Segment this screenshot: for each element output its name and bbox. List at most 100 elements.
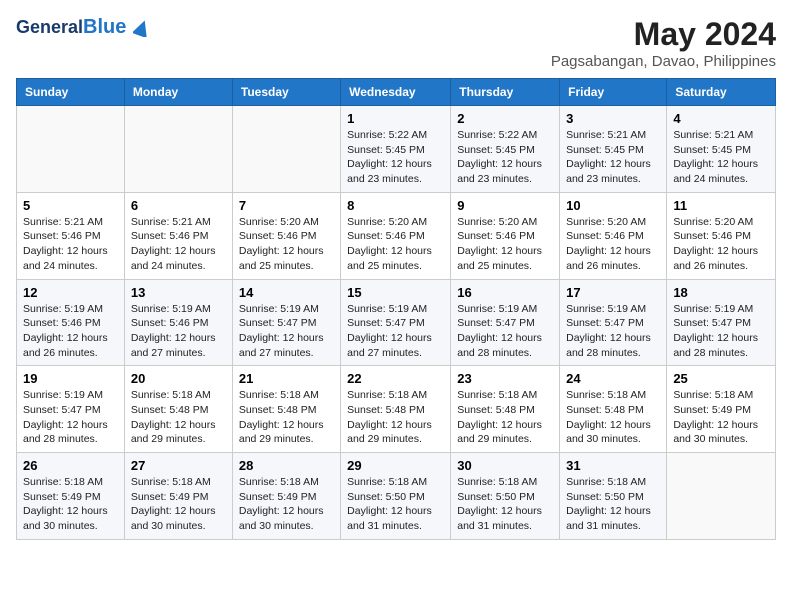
day-info: Sunrise: 5:20 AM Sunset: 5:46 PM Dayligh…: [457, 215, 553, 274]
day-info: Sunrise: 5:21 AM Sunset: 5:45 PM Dayligh…: [566, 128, 660, 187]
day-number: 2: [457, 111, 553, 126]
day-info: Sunrise: 5:18 AM Sunset: 5:50 PM Dayligh…: [457, 475, 553, 534]
day-info: Sunrise: 5:18 AM Sunset: 5:48 PM Dayligh…: [457, 388, 553, 447]
day-info: Sunrise: 5:19 AM Sunset: 5:46 PM Dayligh…: [131, 302, 226, 361]
calendar-cell-w3d0: 19Sunrise: 5:19 AM Sunset: 5:47 PM Dayli…: [17, 366, 125, 453]
day-number: 11: [673, 198, 769, 213]
calendar-cell-w0d3: 1 Sunrise: 5:22 AM Sunset: 5:45 PM Daylig…: [341, 106, 451, 193]
day-info: Sunrise: 5:18 AM Sunset: 5:48 PM Dayligh…: [131, 388, 226, 447]
weekday-header-friday: Friday: [560, 79, 667, 106]
calendar-cell-w2d1: 13 Sunrise: 5:19 AM Sunset: 5:46 PM Dayli…: [124, 279, 232, 366]
day-info: Sunrise: 5:18 AM Sunset: 5:48 PM Dayligh…: [566, 388, 660, 447]
calendar-cell-w0d1: [124, 106, 232, 193]
day-info: Sunrise: 5:22 AM Sunset: 5:45 PM Dayligh…: [347, 128, 444, 187]
logo-arrow-icon: [133, 19, 151, 37]
calendar-cell-w2d6: 18 Sunrise: 5:19 AM Sunset: 5:47 PM Dayli…: [667, 279, 776, 366]
weekday-header-monday: Monday: [124, 79, 232, 106]
day-number: 5: [23, 198, 118, 213]
day-info: Sunrise: 5:21 AM Sunset: 5:46 PM Dayligh…: [23, 215, 118, 274]
calendar-cell-w1d3: 8 Sunrise: 5:20 AM Sunset: 5:46 PM Daylig…: [341, 192, 451, 279]
calendar-cell-w4d4: 30 Sunrise: 5:18 AM Sunset: 5:50 PM Dayli…: [451, 453, 560, 540]
day-number: 26: [23, 458, 118, 473]
day-number: 3: [566, 111, 660, 126]
day-info: Sunrise: 5:19 AM Sunset: 5:47 PM Dayligh…: [457, 302, 553, 361]
day-info: Sunrise: 5:20 AM Sunset: 5:46 PM Dayligh…: [347, 215, 444, 274]
day-info: Sunrise: 5:20 AM Sunset: 5:46 PM Dayligh…: [566, 215, 660, 274]
calendar-cell-w4d2: 28 Sunrise: 5:18 AM Sunset: 5:49 PM Dayli…: [232, 453, 340, 540]
day-number: 19: [23, 371, 118, 386]
calendar-cell-w3d5: 24 Sunrise: 5:18 AM Sunset: 5:48 PM Dayli…: [560, 366, 667, 453]
day-number: 30: [457, 458, 553, 473]
day-info: Sunrise: 5:19 AM Sunset: 5:47 PM Dayligh…: [566, 302, 660, 361]
calendar-cell-w2d2: 14Sunrise: 5:19 AM Sunset: 5:47 PM Dayli…: [232, 279, 340, 366]
day-number: 7: [239, 198, 334, 213]
calendar-cell-w2d5: 17 Sunrise: 5:19 AM Sunset: 5:47 PM Dayli…: [560, 279, 667, 366]
day-info: Sunrise: 5:19 AM Sunset: 5:47 PM Dayligh…: [673, 302, 769, 361]
calendar-cell-w0d2: [232, 106, 340, 193]
day-number: 18: [673, 285, 769, 300]
day-info: Sunrise: 5:18 AM Sunset: 5:48 PM Dayligh…: [239, 388, 334, 447]
calendar-cell-w2d3: 15Sunrise: 5:19 AM Sunset: 5:47 PM Dayli…: [341, 279, 451, 366]
day-info: Sunrise: 5:19 AM Sunset: 5:47 PM Dayligh…: [239, 302, 334, 361]
calendar-cell-w0d4: 2 Sunrise: 5:22 AM Sunset: 5:45 PM Daylig…: [451, 106, 560, 193]
calendar-cell-w3d3: 22 Sunrise: 5:18 AM Sunset: 5:48 PM Dayli…: [341, 366, 451, 453]
day-info: Sunrise: 5:18 AM Sunset: 5:49 PM Dayligh…: [239, 475, 334, 534]
day-number: 25: [673, 371, 769, 386]
day-number: 24: [566, 371, 660, 386]
day-info: Sunrise: 5:18 AM Sunset: 5:49 PM Dayligh…: [673, 388, 769, 447]
day-number: 6: [131, 198, 226, 213]
weekday-header-saturday: Saturday: [667, 79, 776, 106]
logo-blue-text: Blue: [83, 16, 126, 38]
calendar-cell-w3d1: 20 Sunrise: 5:18 AM Sunset: 5:48 PM Dayli…: [124, 366, 232, 453]
calendar-cell-w3d4: 23Sunrise: 5:18 AM Sunset: 5:48 PM Dayli…: [451, 366, 560, 453]
calendar-cell-w2d0: 12 Sunrise: 5:19 AM Sunset: 5:46 PM Dayli…: [17, 279, 125, 366]
day-info: Sunrise: 5:18 AM Sunset: 5:50 PM Dayligh…: [347, 475, 444, 534]
day-info: Sunrise: 5:20 AM Sunset: 5:46 PM Dayligh…: [673, 215, 769, 274]
calendar-cell-w1d2: 7 Sunrise: 5:20 AM Sunset: 5:46 PM Daylig…: [232, 192, 340, 279]
weekday-header-thursday: Thursday: [451, 79, 560, 106]
calendar-cell-w4d0: 26 Sunrise: 5:18 AM Sunset: 5:49 PM Dayli…: [17, 453, 125, 540]
day-number: 20: [131, 371, 226, 386]
day-number: 4: [673, 111, 769, 126]
title-area: May 2024 Pagsabangan, Davao, Philippines: [551, 16, 776, 70]
day-info: Sunrise: 5:19 AM Sunset: 5:47 PM Dayligh…: [347, 302, 444, 361]
day-number: 27: [131, 458, 226, 473]
calendar-cell-w0d6: 4 Sunrise: 5:21 AM Sunset: 5:45 PM Daylig…: [667, 106, 776, 193]
calendar-cell-w4d5: 31 Sunrise: 5:18 AM Sunset: 5:50 PM Dayli…: [560, 453, 667, 540]
day-info: Sunrise: 5:22 AM Sunset: 5:45 PM Dayligh…: [457, 128, 553, 187]
calendar-cell-w1d6: 11 Sunrise: 5:20 AM Sunset: 5:46 PM Dayli…: [667, 192, 776, 279]
day-info: Sunrise: 5:18 AM Sunset: 5:50 PM Dayligh…: [566, 475, 660, 534]
day-info: Sunrise: 5:19 AM Sunset: 5:46 PM Dayligh…: [23, 302, 118, 361]
day-number: 28: [239, 458, 334, 473]
day-number: 22: [347, 371, 444, 386]
day-info: Sunrise: 5:18 AM Sunset: 5:49 PM Dayligh…: [131, 475, 226, 534]
day-info: Sunrise: 5:21 AM Sunset: 5:46 PM Dayligh…: [131, 215, 226, 274]
calendar-cell-w4d1: 27 Sunrise: 5:18 AM Sunset: 5:49 PM Dayli…: [124, 453, 232, 540]
day-number: 12: [23, 285, 118, 300]
calendar-cell-w1d1: 6 Sunrise: 5:21 AM Sunset: 5:46 PM Daylig…: [124, 192, 232, 279]
day-number: 29: [347, 458, 444, 473]
day-number: 9: [457, 198, 553, 213]
day-info: Sunrise: 5:18 AM Sunset: 5:48 PM Dayligh…: [347, 388, 444, 447]
day-info: Sunrise: 5:21 AM Sunset: 5:45 PM Dayligh…: [673, 128, 769, 187]
calendar-cell-w1d5: 10Sunrise: 5:20 AM Sunset: 5:46 PM Dayli…: [560, 192, 667, 279]
day-number: 1: [347, 111, 444, 126]
page-title: May 2024: [551, 16, 776, 53]
day-number: 21: [239, 371, 334, 386]
calendar-cell-w0d0: [17, 106, 125, 193]
day-info: Sunrise: 5:20 AM Sunset: 5:46 PM Dayligh…: [239, 215, 334, 274]
calendar-cell-w2d4: 16Sunrise: 5:19 AM Sunset: 5:47 PM Dayli…: [451, 279, 560, 366]
header: GeneralBlue May 2024 Pagsabangan, Davao,…: [16, 16, 776, 70]
day-number: 31: [566, 458, 660, 473]
weekday-header-tuesday: Tuesday: [232, 79, 340, 106]
logo: GeneralBlue: [16, 16, 151, 38]
day-number: 8: [347, 198, 444, 213]
day-info: Sunrise: 5:18 AM Sunset: 5:49 PM Dayligh…: [23, 475, 118, 534]
day-number: 13: [131, 285, 226, 300]
weekday-header-wednesday: Wednesday: [341, 79, 451, 106]
calendar-cell-w3d2: 21 Sunrise: 5:18 AM Sunset: 5:48 PM Dayli…: [232, 366, 340, 453]
calendar-cell-w4d3: 29 Sunrise: 5:18 AM Sunset: 5:50 PM Dayli…: [341, 453, 451, 540]
calendar-cell-w1d4: 9 Sunrise: 5:20 AM Sunset: 5:46 PM Daylig…: [451, 192, 560, 279]
calendar-cell-w1d0: 5 Sunrise: 5:21 AM Sunset: 5:46 PM Daylig…: [17, 192, 125, 279]
day-number: 17: [566, 285, 660, 300]
